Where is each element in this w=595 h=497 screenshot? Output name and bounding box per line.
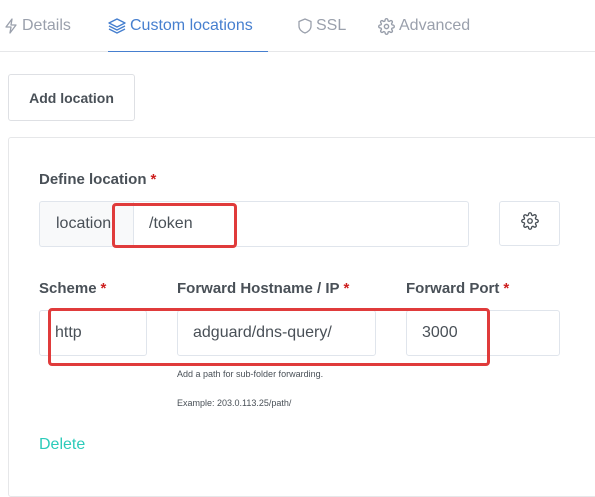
scheme-label: Scheme * xyxy=(39,280,106,297)
tab-details-label: Details xyxy=(22,17,71,34)
location-addon: location xyxy=(39,201,133,247)
required-mark: * xyxy=(150,171,157,188)
tab-ssl[interactable]: SSL xyxy=(298,0,346,52)
port-label-text: Forward Port xyxy=(406,280,500,297)
hostname-label-text: Forward Hostname / IP xyxy=(177,280,340,297)
tab-advanced[interactable]: Advanced xyxy=(378,0,470,52)
scheme-input[interactable]: http xyxy=(39,310,147,356)
layers-icon xyxy=(108,17,126,34)
required-mark: * xyxy=(343,280,350,297)
hostname-hint: Add a path for sub-folder forwarding. xyxy=(177,369,324,379)
required-mark: * xyxy=(503,280,510,297)
tab-details[interactable]: Details xyxy=(4,0,71,52)
location-input[interactable]: /token xyxy=(133,201,469,247)
port-label: Forward Port * xyxy=(406,280,509,297)
tab-custom-locations-label: Custom locations xyxy=(130,16,253,34)
zap-icon xyxy=(4,18,18,34)
tab-bar: Details Custom locations SSL Advanced xyxy=(0,0,595,52)
location-settings-button[interactable] xyxy=(499,201,560,246)
add-location-button[interactable]: Add location xyxy=(8,74,135,121)
hostname-example: Example: 203.0.113.25/path/ xyxy=(177,398,292,408)
shield-icon xyxy=(298,18,312,34)
define-location-label-text: Define location xyxy=(39,171,147,188)
scheme-label-text: Scheme xyxy=(39,280,97,297)
port-input[interactable]: 3000 xyxy=(406,310,560,356)
tab-custom-locations[interactable]: Custom locations xyxy=(108,0,268,52)
define-location-label: Define location * xyxy=(39,171,156,188)
gear-icon xyxy=(378,17,395,35)
hostname-input[interactable]: adguard/dns-query/ xyxy=(177,310,376,356)
hostname-label: Forward Hostname / IP * xyxy=(177,280,349,297)
delete-link[interactable]: Delete xyxy=(39,436,85,454)
gear-icon xyxy=(520,212,539,235)
required-mark: * xyxy=(100,280,107,297)
tab-advanced-label: Advanced xyxy=(399,17,471,34)
tab-ssl-label: SSL xyxy=(316,17,347,34)
